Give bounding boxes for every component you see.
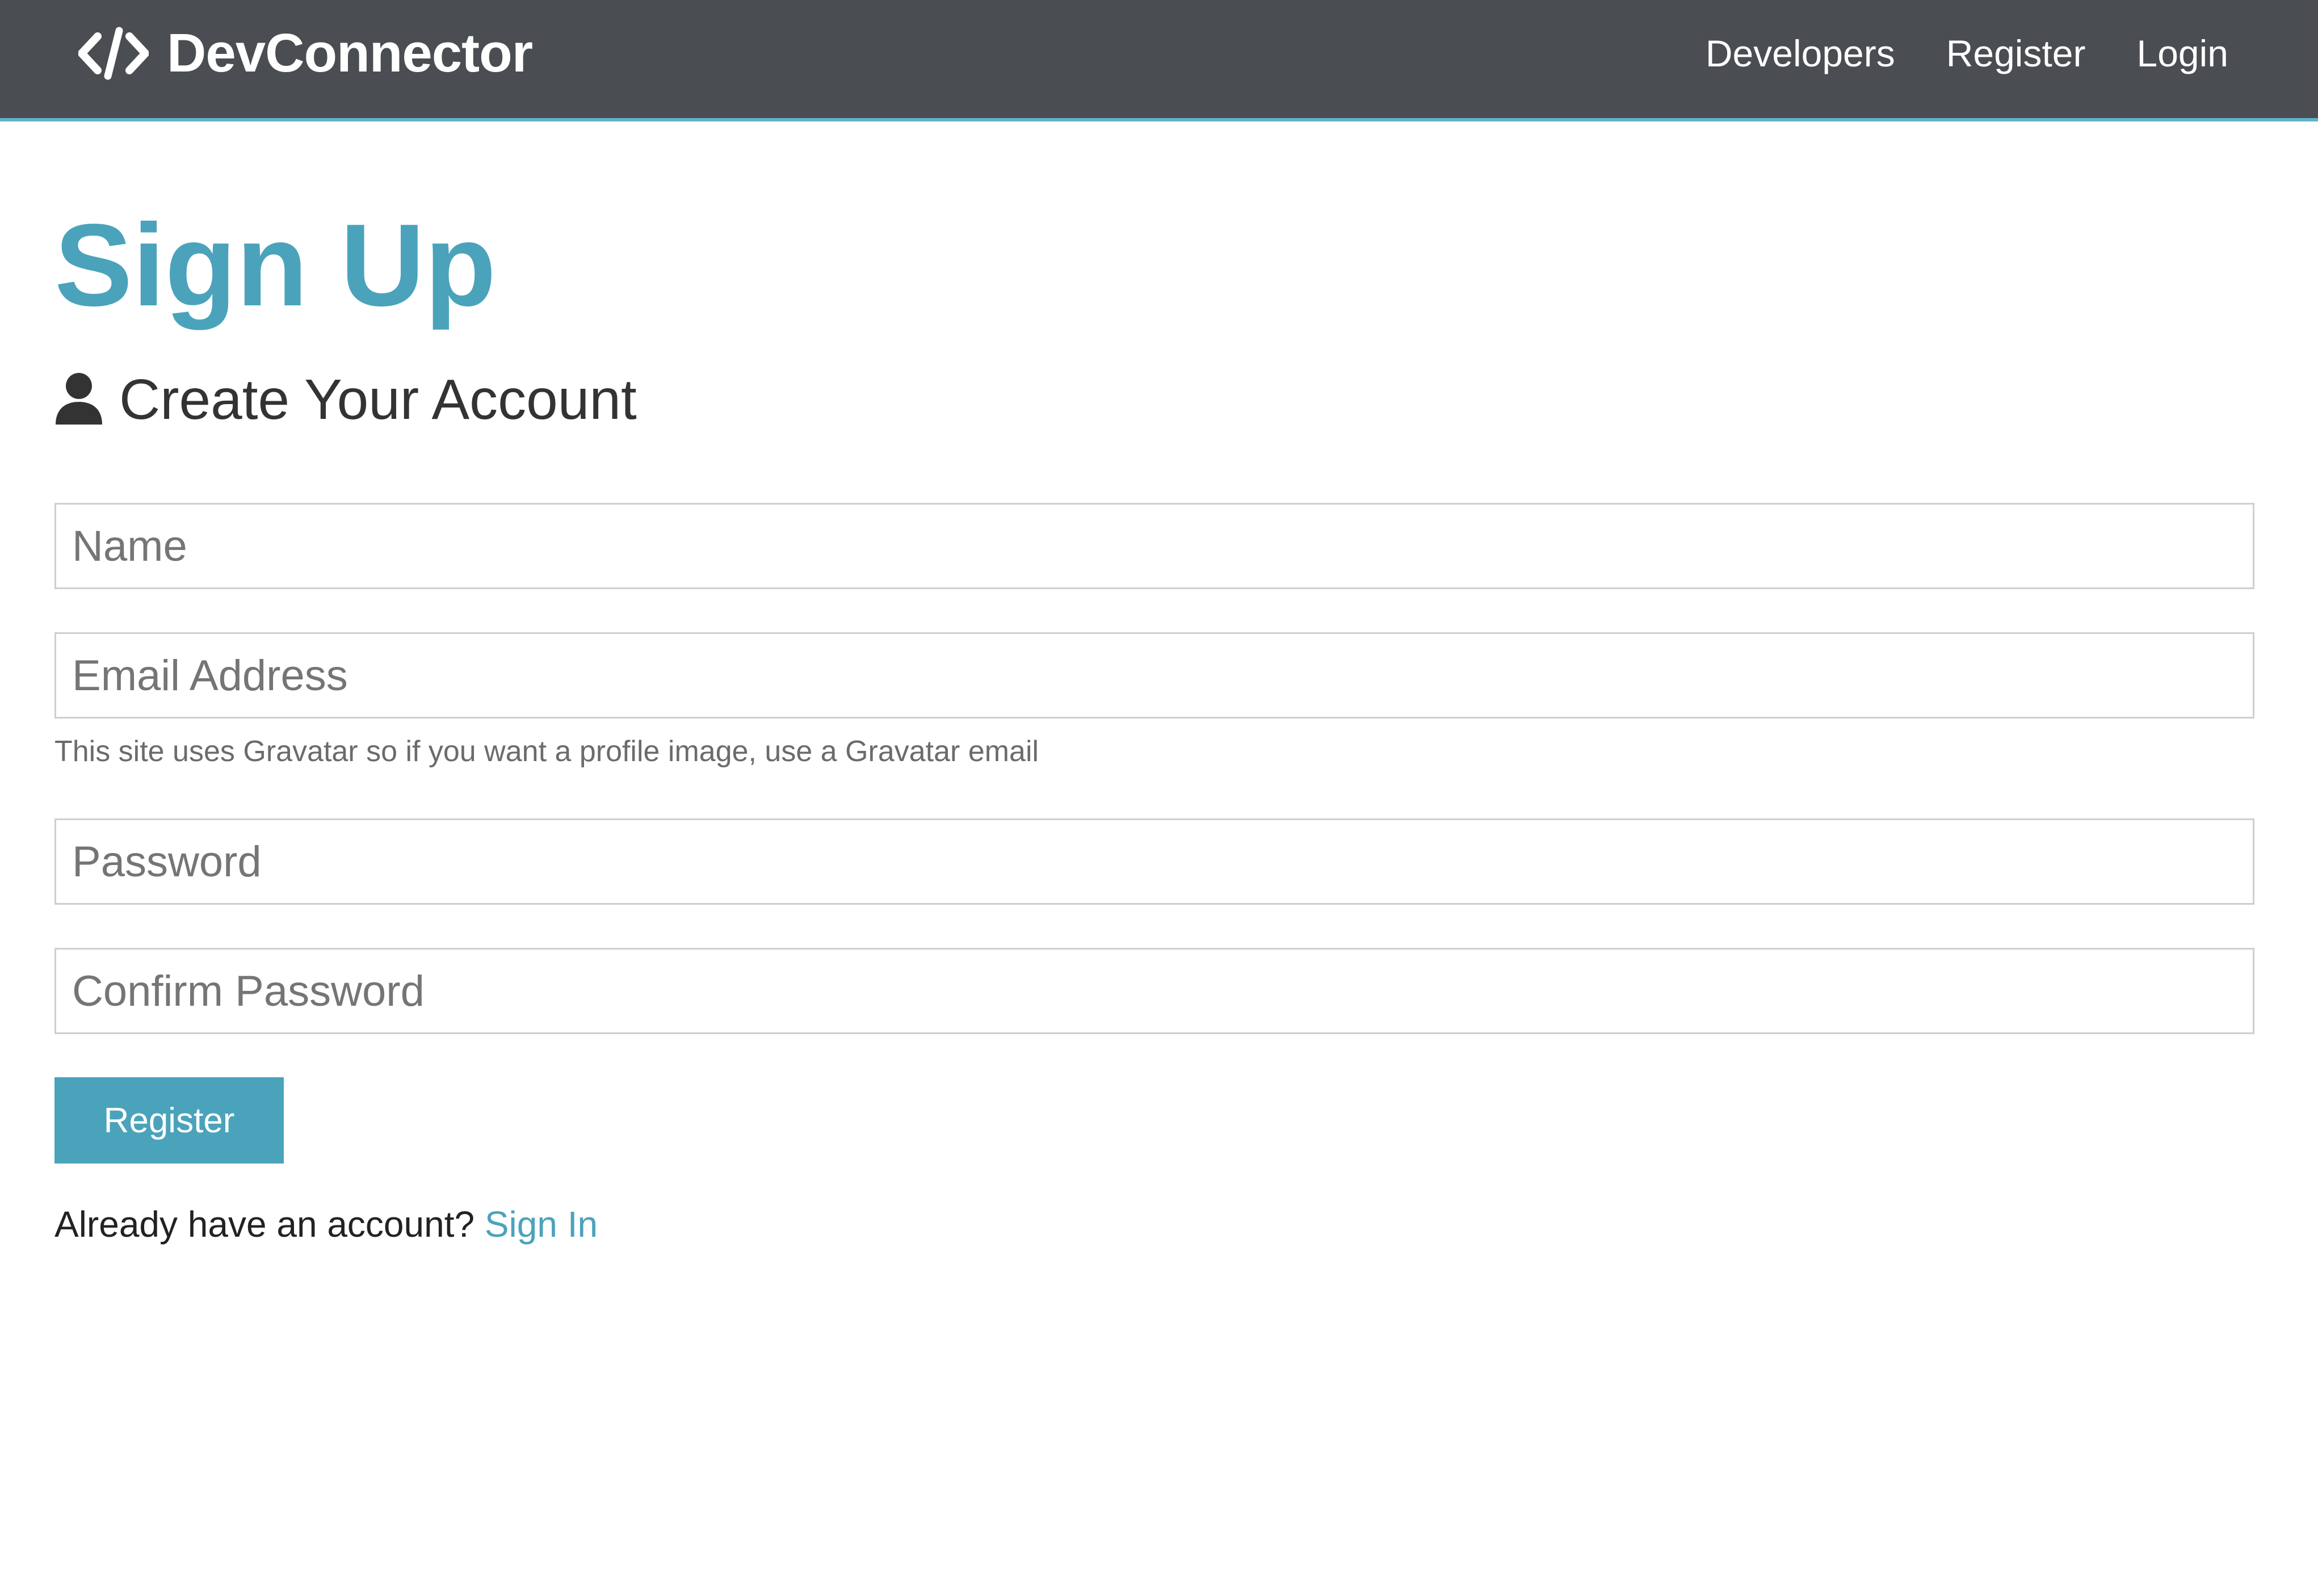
nav-link-developers[interactable]: Developers (1706, 32, 1895, 75)
brand-link[interactable]: DevConnector (78, 22, 533, 85)
user-icon (54, 372, 103, 427)
navbar: DevConnector Developers Register Login (0, 0, 2318, 121)
lead-text: Create Your Account (54, 371, 637, 428)
register-button[interactable]: Register (54, 1077, 284, 1164)
page-title: Sign Up (54, 200, 497, 330)
signin-prompt-text: Already have an account? (54, 1204, 475, 1245)
name-input[interactable] (54, 503, 2254, 589)
email-input[interactable] (54, 632, 2254, 719)
code-icon (78, 26, 149, 81)
password-input[interactable] (54, 818, 2254, 905)
signin-prompt: Already have an account? Sign In (54, 1203, 598, 1245)
lead-label: Create Your Account (119, 368, 637, 431)
nav-links: Developers Register Login (1706, 22, 2228, 85)
nav-link-register[interactable]: Register (1946, 32, 2086, 75)
nav-link-login[interactable]: Login (2137, 32, 2229, 75)
email-hint: This site uses Gravatar so if you want a… (54, 735, 1039, 768)
confirm-password-input[interactable] (54, 948, 2254, 1034)
brand-name: DevConnector (167, 23, 533, 83)
signin-link[interactable]: Sign In (485, 1204, 598, 1245)
